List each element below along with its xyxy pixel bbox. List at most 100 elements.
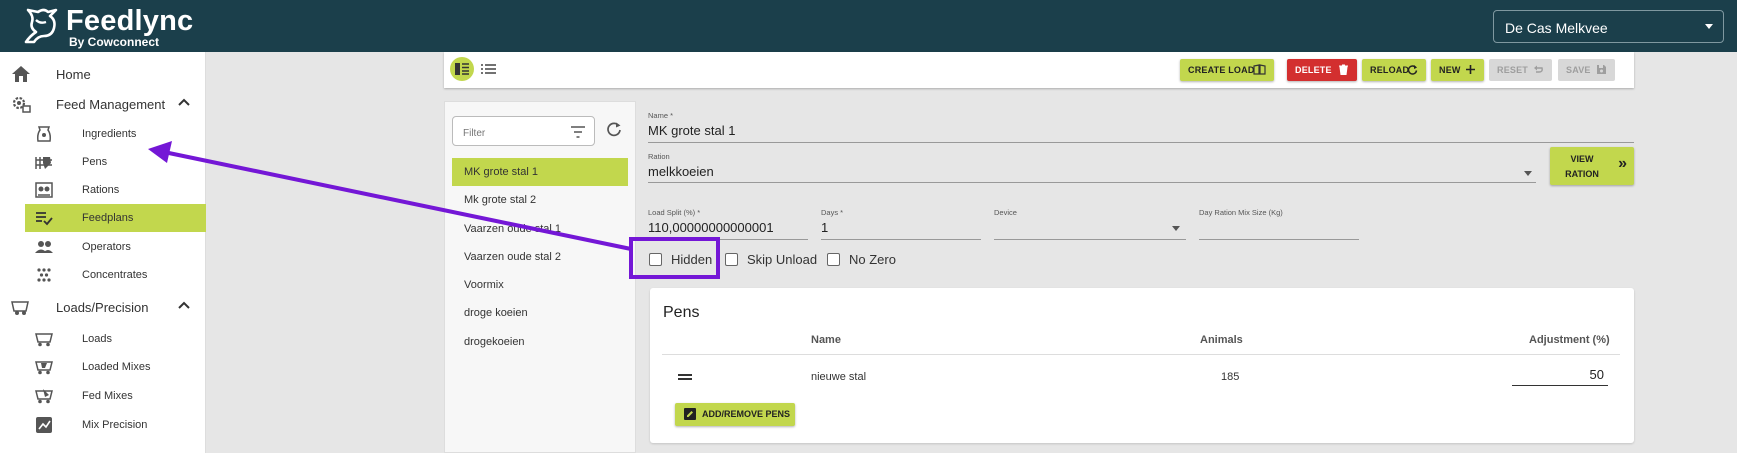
chevron-down-icon <box>1705 24 1713 29</box>
sidebar-item-pens[interactable]: Pens <box>25 148 206 176</box>
pens-card: Pens Name Animals Adjustment (%) nieuwe … <box>650 288 1634 443</box>
rations-icon <box>35 182 53 198</box>
filter-input[interactable] <box>463 128 563 139</box>
toolbar: CREATE LOAD DELETE RELOAD NEW RESET SAVE <box>444 52 1634 88</box>
refresh-icon[interactable] <box>606 121 622 137</box>
days-field[interactable]: 1 <box>821 220 828 235</box>
list-item[interactable]: MK grote stal 1 <box>452 158 628 186</box>
list-icon <box>481 64 496 74</box>
double-chevron-right-icon: » <box>1618 155 1627 172</box>
load-split-field[interactable]: 110,00000000000001 <box>648 220 774 235</box>
sidebar-group-loads-precision[interactable]: Loads/Precision <box>0 292 206 322</box>
device-underline <box>994 239 1186 240</box>
ration-underline <box>648 182 1536 183</box>
list-item[interactable]: Voormix <box>452 271 628 299</box>
column-header-name: Name <box>811 334 841 346</box>
view-ration-label-1: VIEW <box>1570 154 1594 164</box>
ration-dropdown-icon[interactable] <box>1524 171 1532 176</box>
column-header-animals: Animals <box>1200 334 1243 346</box>
add-remove-pens-button[interactable]: ADD/REMOVE PENS <box>675 403 795 426</box>
feedlync-logo[interactable]: Feedlync By Cowconnect <box>22 4 222 49</box>
no-zero-label: No Zero <box>849 252 896 267</box>
fed-mixes-icon <box>35 389 53 404</box>
sidebar-item-loads[interactable]: Loads <box>25 325 206 353</box>
sidebar-item-mix-precision[interactable]: Mix Precision <box>25 411 206 439</box>
sidebar-group-feed-management[interactable]: Feed Management <box>0 89 206 119</box>
annotation-highlight-box <box>629 237 720 279</box>
list-view-button[interactable] <box>477 57 501 81</box>
chevron-up-icon <box>178 301 190 309</box>
sidebar-item-fed-mixes[interactable]: Fed Mixes <box>25 382 206 410</box>
mix-size-underline <box>1199 239 1359 240</box>
new-label: NEW <box>1439 65 1461 75</box>
save-button[interactable]: SAVE <box>1558 59 1615 81</box>
feedplan-list-panel: MK grote stal 1 Mk grote stal 2 Vaarzen … <box>444 101 636 453</box>
new-button[interactable]: NEW <box>1431 59 1484 81</box>
sidebar-label-home: Home <box>56 67 91 82</box>
device-label: Device <box>994 208 1017 217</box>
sidebar-label-mix-precision: Mix Precision <box>82 419 148 431</box>
name-label: Name * <box>648 111 674 120</box>
sidebar-item-rations[interactable]: Rations <box>25 176 206 204</box>
adjustment-input[interactable]: 50 <box>1512 364 1608 386</box>
list-item[interactable]: Mk grote stal 2 <box>452 186 628 214</box>
mix-size-label: Day Ration Mix Size (Kg) <box>1199 208 1283 217</box>
create-load-button[interactable]: CREATE LOAD <box>1180 59 1274 81</box>
list-item[interactable]: droge koeien <box>452 299 628 327</box>
brand-subtitle: By Cowconnect <box>69 35 160 49</box>
sidebar-item-ingredients[interactable]: Ingredients <box>25 120 206 148</box>
app-header: Feedlync By Cowconnect De Cas Melkvee <box>0 0 1737 52</box>
sidebar-item-concentrates[interactable]: Concentrates <box>25 261 206 289</box>
farm-select[interactable]: De Cas Melkvee <box>1493 10 1724 43</box>
sidebar-item-home[interactable]: Home <box>0 59 206 89</box>
sidebar-item-loaded-mixes[interactable]: Loaded Mixes <box>25 353 206 381</box>
table-header-divider <box>662 354 1620 355</box>
name-underline <box>648 142 1634 143</box>
reload-label: RELOAD <box>1370 65 1410 75</box>
edit-pens-icon <box>684 408 696 420</box>
drag-handle-icon[interactable] <box>678 374 692 380</box>
reset-button[interactable]: RESET <box>1489 59 1552 81</box>
delete-button[interactable]: DELETE <box>1287 59 1357 81</box>
load-split-label: Load Split (%) * <box>648 208 701 217</box>
sidebar-label-ingredients: Ingredients <box>82 128 137 140</box>
sidebar-item-feedplans[interactable]: Feedplans <box>25 204 206 232</box>
floppy-disk-icon <box>1597 65 1606 74</box>
loads-icon <box>35 333 53 347</box>
concentrates-dots-icon <box>37 268 51 282</box>
sidebar-label-pens: Pens <box>82 156 108 168</box>
checkbox-box[interactable] <box>827 253 840 266</box>
sidebar-item-operators[interactable]: Operators <box>25 233 206 261</box>
farm-select-value: De Cas Melkvee <box>1505 20 1608 36</box>
detail-view-button[interactable] <box>450 57 474 81</box>
undo-icon <box>1534 65 1543 73</box>
sidebar-label-loads: Loads <box>82 333 112 345</box>
ration-select[interactable]: melkkoeien <box>648 164 714 179</box>
view-ration-label-2: RATION <box>1565 169 1599 179</box>
pen-animals-cell: 185 <box>1221 371 1240 383</box>
device-dropdown-icon[interactable] <box>1172 226 1180 231</box>
pens-title: Pens <box>663 304 700 321</box>
list-item[interactable]: Vaarzen oude stal 2 <box>452 243 628 271</box>
checkbox-box[interactable] <box>725 253 738 266</box>
loads-wagon-icon <box>11 301 29 315</box>
cow-logo-icon <box>24 8 58 44</box>
filter-icon[interactable] <box>571 126 585 138</box>
sidebar-label-feed-management: Feed Management <box>56 97 166 112</box>
reload-icon <box>1407 65 1418 75</box>
reset-label: RESET <box>1497 65 1529 75</box>
save-label: SAVE <box>1566 65 1591 75</box>
sidebar-label-concentrates: Concentrates <box>82 269 148 281</box>
view-ration-button[interactable]: VIEW RATION » <box>1550 147 1634 185</box>
trash-icon <box>1339 64 1348 75</box>
ration-label: Ration <box>648 152 670 161</box>
days-underline <box>821 239 981 240</box>
chevron-up-icon <box>178 98 190 106</box>
list-item[interactable]: Vaarzen oude stal 1 <box>452 215 628 243</box>
name-field[interactable]: MK grote stal 1 <box>648 123 735 138</box>
filter-field[interactable] <box>452 116 595 146</box>
reload-button[interactable]: RELOAD <box>1362 59 1426 81</box>
sidebar-label-operators: Operators <box>82 241 131 253</box>
list-item[interactable]: drogekoeien <box>452 328 628 356</box>
plus-icon <box>1466 65 1475 74</box>
